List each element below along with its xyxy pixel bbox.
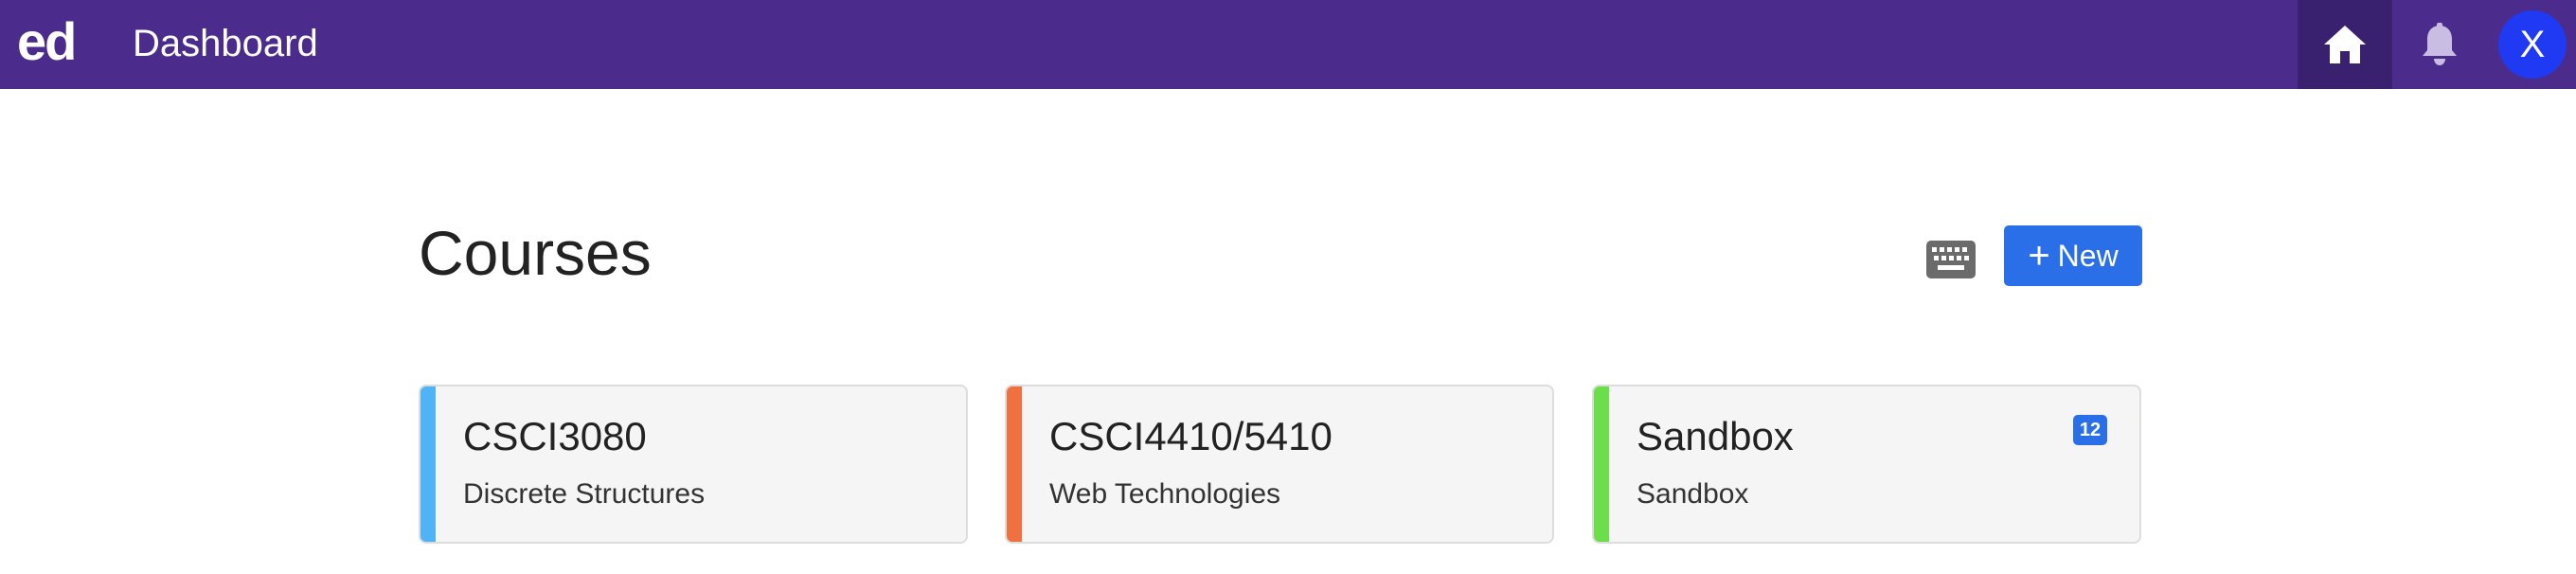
course-code: CSCI3080 (463, 414, 647, 458)
main-content: Courses + New CSCI3080 Discrete Structur… (417, 89, 2142, 574)
ed-logo[interactable]: ed (17, 11, 77, 72)
unread-count-badge: 12 (2073, 415, 2107, 445)
courses-title: Courses (419, 218, 652, 288)
course-card[interactable]: CSCI3080 Discrete Structures (419, 385, 968, 544)
plus-icon: + (2028, 235, 2050, 277)
course-name: Sandbox (1637, 478, 1749, 510)
course-list: CSCI3080 Discrete Structures CSCI4410/54… (417, 385, 2142, 544)
new-button-label: New (2057, 238, 2119, 273)
user-avatar[interactable]: X (2498, 10, 2567, 79)
course-color-stripe (1007, 386, 1022, 542)
keyboard-icon (1926, 241, 1976, 278)
course-color-stripe (420, 386, 436, 542)
page-heading-dashboard: Dashboard (133, 23, 318, 64)
keyboard-shortcuts-button[interactable] (1926, 241, 1976, 278)
home-button[interactable] (2298, 0, 2392, 89)
course-color-stripe (1594, 386, 1609, 542)
bell-icon (2423, 23, 2457, 65)
home-icon (2324, 26, 2366, 63)
course-code: Sandbox (1637, 414, 1794, 458)
course-card[interactable]: CSCI4410/5410 Web Technologies (1005, 385, 1554, 544)
topbar-actions: X (2298, 0, 2576, 89)
course-name: Discrete Structures (463, 478, 706, 510)
course-card[interactable]: Sandbox Sandbox 12 (1592, 385, 2141, 544)
new-course-button[interactable]: + New (2004, 225, 2142, 286)
notifications-button[interactable] (2392, 0, 2487, 89)
course-code: CSCI4410/5410 (1049, 414, 1333, 458)
course-name: Web Technologies (1049, 478, 1281, 510)
top-bar: ed Dashboard X (0, 0, 2576, 89)
